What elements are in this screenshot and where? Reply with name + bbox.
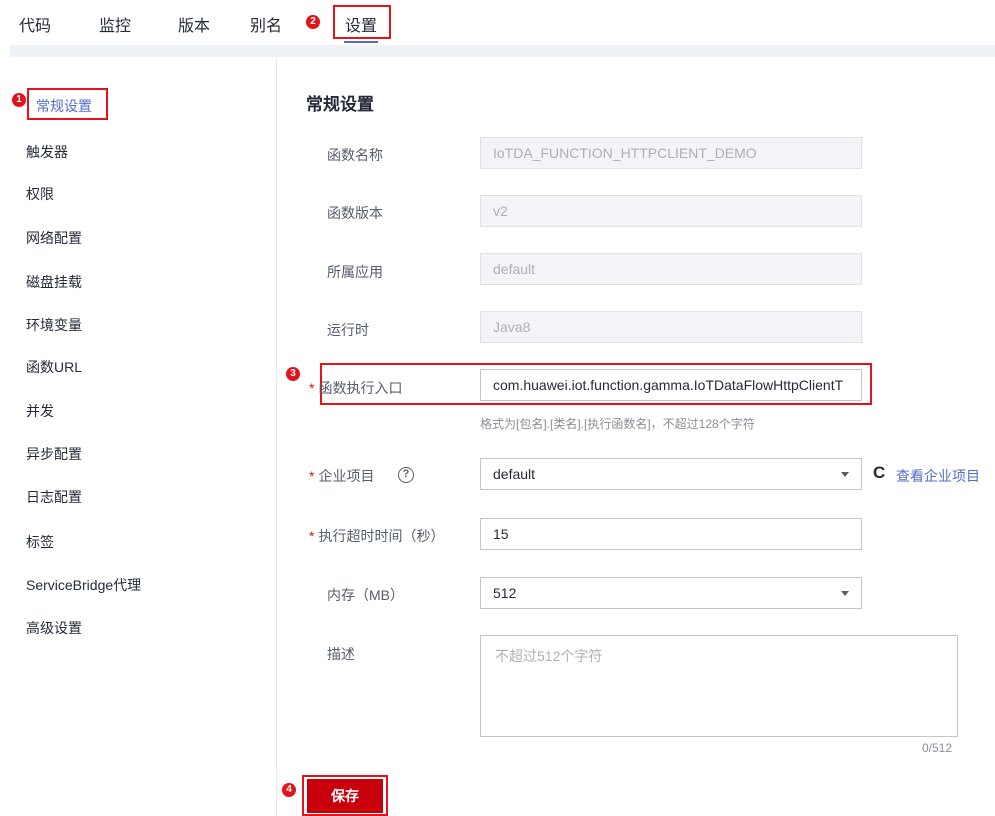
tab-settings[interactable]: 设置: [345, 12, 377, 36]
function-name-label: 函数名称: [327, 147, 383, 163]
required-mark: *: [309, 380, 315, 396]
required-mark: *: [309, 528, 315, 544]
function-name-field: IoTDA_FUNCTION_HTTPCLIENT_DEMO: [480, 137, 862, 169]
sidebar-item-permissions[interactable]: 权限: [26, 184, 54, 204]
active-tab-indicator: [344, 41, 378, 43]
function-version-label: 函数版本: [327, 205, 383, 221]
timeout-label: * 执行超时时间（秒）: [309, 526, 444, 546]
handler-input[interactable]: com.huawei.iot.function.gamma.IoTDataFlo…: [480, 369, 862, 401]
function-version-field: v2: [480, 195, 862, 227]
enterprise-project-value: default: [493, 466, 536, 482]
annotation-badge-4: 4: [282, 783, 296, 797]
sidebar-item-triggers[interactable]: 触发器: [26, 142, 68, 162]
annotation-badge-1: 1: [12, 93, 26, 107]
sidebar-item-advanced[interactable]: 高级设置: [26, 618, 82, 638]
app-label: 所属应用: [327, 264, 383, 280]
chevron-down-icon: [841, 472, 849, 477]
sidebar-item-concurrency[interactable]: 并发: [26, 401, 54, 421]
description-textarea[interactable]: 不超过512个字符: [480, 635, 958, 737]
tab-code[interactable]: 代码: [19, 12, 51, 36]
memory-value: 512: [493, 585, 517, 601]
handler-label-text: 函数执行入口: [318, 380, 403, 396]
refresh-icon[interactable]: C: [873, 463, 885, 483]
enterprise-project-label-text: 企业项目: [318, 468, 375, 484]
settings-sidebar: [10, 58, 277, 816]
view-enterprise-project-link[interactable]: 查看企业项目: [896, 466, 980, 486]
sidebar-item-log-config[interactable]: 日志配置: [26, 487, 82, 507]
chevron-down-icon: [841, 591, 849, 596]
enterprise-project-label: * 企业项目: [309, 466, 374, 486]
handler-hint: 格式为[包名].[类名].[执行函数名]，不超过128个字符: [480, 417, 755, 431]
sidebar-item-general-settings[interactable]: 常规设置: [36, 96, 92, 116]
required-mark: *: [309, 468, 315, 484]
header-divider: [10, 45, 995, 57]
description-label: 描述: [327, 646, 355, 662]
annotation-badge-3: 3: [286, 367, 300, 381]
annotation-badge-2: 2: [306, 15, 320, 29]
app-field: default: [480, 253, 862, 285]
runtime-label: 运行时: [327, 322, 369, 338]
sidebar-item-async-config[interactable]: 异步配置: [26, 444, 82, 464]
timeout-input[interactable]: 15: [480, 518, 862, 550]
tab-monitor[interactable]: 监控: [99, 12, 131, 36]
memory-label: 内存（MB）: [327, 587, 404, 603]
tab-alias[interactable]: 别名: [250, 12, 282, 36]
sidebar-item-disk-mount[interactable]: 磁盘挂载: [26, 272, 82, 292]
help-icon[interactable]: ?: [398, 467, 414, 483]
tab-version[interactable]: 版本: [178, 12, 210, 36]
memory-select[interactable]: 512: [480, 577, 862, 609]
runtime-field: Java8: [480, 311, 862, 343]
handler-label: * 函数执行入口: [309, 378, 402, 398]
sidebar-item-servicebridge[interactable]: ServiceBridge代理: [26, 575, 141, 595]
sidebar-item-tags[interactable]: 标签: [26, 532, 54, 552]
section-title: 常规设置: [306, 95, 374, 114]
sidebar-item-network[interactable]: 网络配置: [26, 228, 82, 248]
save-button[interactable]: 保存: [307, 779, 383, 813]
enterprise-project-select[interactable]: default: [480, 458, 862, 490]
sidebar-item-function-url[interactable]: 函数URL: [26, 357, 82, 377]
sidebar-item-env-vars[interactable]: 环境变量: [26, 315, 82, 335]
timeout-label-text: 执行超时时间（秒）: [318, 528, 445, 544]
description-counter: 0/512: [922, 741, 953, 755]
